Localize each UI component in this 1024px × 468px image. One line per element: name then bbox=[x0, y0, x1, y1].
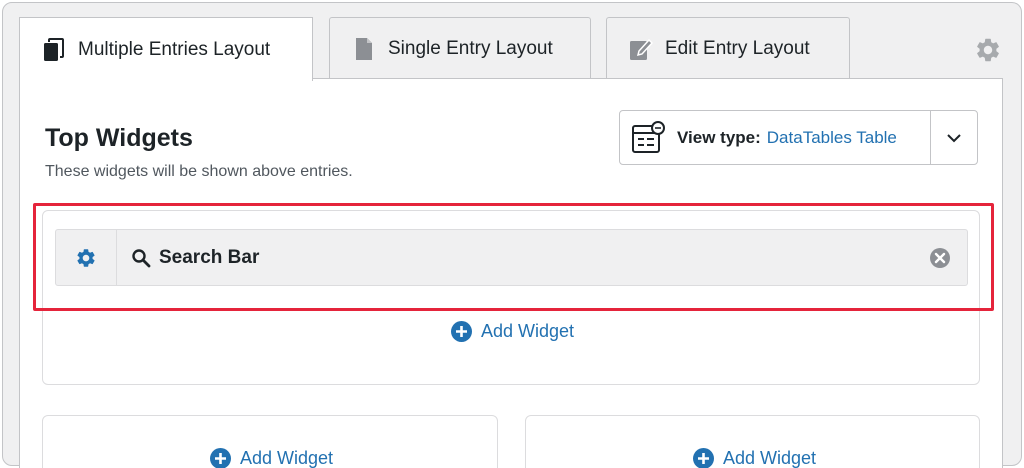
add-widget-button[interactable]: Add Widget bbox=[210, 448, 333, 468]
gear-icon[interactable] bbox=[56, 230, 117, 285]
tab-multiple-entries-layout[interactable]: Multiple Entries Layout bbox=[19, 17, 313, 81]
tab-label: Multiple Entries Layout bbox=[78, 38, 271, 60]
section-subtitle: These widgets will be shown above entrie… bbox=[45, 163, 353, 180]
table-view-icon bbox=[628, 118, 668, 158]
tab-edit-entry-layout[interactable]: Edit Entry Layout bbox=[606, 17, 850, 79]
plus-circle-icon bbox=[210, 448, 231, 468]
tab-single-entry-layout[interactable]: Single Entry Layout bbox=[329, 17, 591, 79]
plus-circle-icon bbox=[451, 321, 472, 342]
add-widget-button[interactable]: Add Widget bbox=[693, 448, 816, 468]
copy-icon bbox=[42, 37, 66, 62]
chevron-down-icon[interactable] bbox=[931, 111, 977, 164]
gear-icon[interactable] bbox=[974, 36, 1002, 64]
document-icon bbox=[352, 37, 376, 61]
tab-label: Single Entry Layout bbox=[388, 37, 553, 59]
widget-label: Search Bar bbox=[159, 246, 260, 268]
view-type-label: View type: bbox=[677, 127, 761, 147]
tab-label: Edit Entry Layout bbox=[665, 37, 810, 59]
section-title: Top Widgets bbox=[45, 124, 193, 152]
search-bar-widget[interactable]: Search Bar bbox=[55, 229, 968, 286]
close-circle-icon[interactable] bbox=[929, 247, 951, 269]
search-icon bbox=[131, 248, 151, 268]
plus-circle-icon bbox=[693, 448, 714, 468]
add-widget-label: Add Widget bbox=[240, 448, 334, 468]
edit-icon bbox=[629, 37, 653, 61]
view-type-value[interactable]: DataTables Table bbox=[767, 128, 897, 148]
add-widget-label: Add Widget bbox=[481, 321, 575, 341]
add-widget-label: Add Widget bbox=[723, 448, 817, 468]
view-type-selector[interactable]: View type: DataTables Table bbox=[619, 110, 978, 165]
add-widget-button[interactable]: Add Widget bbox=[451, 321, 574, 342]
